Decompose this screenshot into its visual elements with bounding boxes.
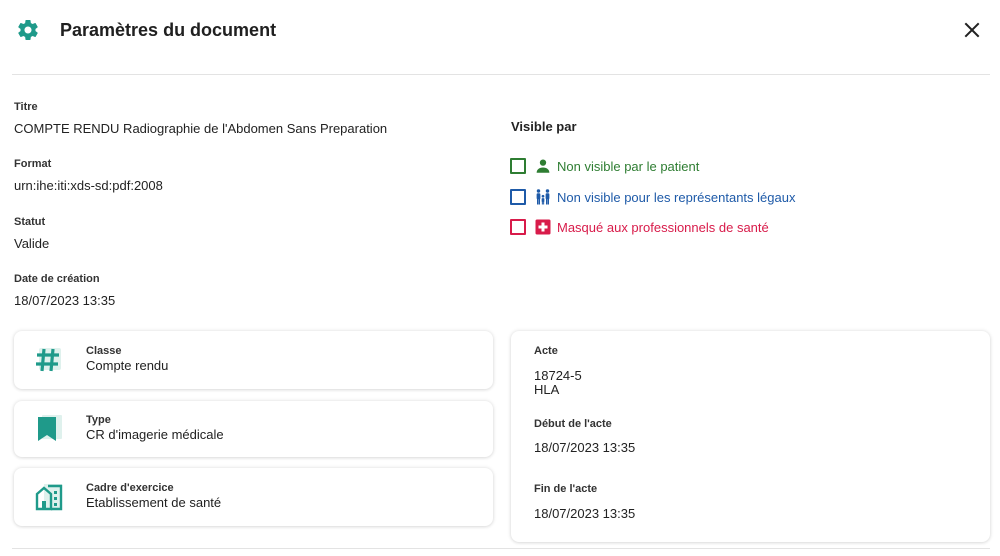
- visibility-option-patient[interactable]: Non visible par le patient: [510, 157, 699, 175]
- checkbox-representants[interactable]: [510, 189, 526, 205]
- titre-value: COMPTE RENDU Radiographie de l'Abdomen S…: [14, 121, 388, 136]
- bookmark-icon: [38, 415, 62, 441]
- acte-card: Acte 18724-5 HLA Début de l'acte 18/07/2…: [511, 331, 990, 542]
- person-icon: [536, 159, 550, 173]
- type-value: CR d'imagerie médicale: [86, 427, 224, 442]
- fin-acte-label: Fin de l'acte: [534, 483, 598, 495]
- visible-par-title: Visible par: [511, 119, 577, 134]
- fin-acte-value: 18/07/2023 13:35: [534, 506, 636, 521]
- header-divider: [12, 74, 990, 75]
- titre-label: Titre: [14, 101, 38, 113]
- dialog-header: Paramètres du document: [0, 0, 1000, 62]
- cadre-exercice-label: Cadre d'exercice: [86, 482, 174, 494]
- cadre-exercice-card: Cadre d'exercice Etablissement de santé: [14, 468, 493, 526]
- classe-label: Classe: [86, 345, 122, 357]
- classe-card: Classe Compte rendu: [14, 331, 493, 389]
- type-label: Type: [86, 414, 111, 426]
- close-icon[interactable]: [960, 18, 984, 42]
- date-creation-field: Date de création 18/07/2023 13:35: [14, 273, 115, 308]
- footer-divider: [12, 548, 990, 549]
- debut-acte-value: 18/07/2023 13:35: [534, 440, 636, 455]
- statut-field: Statut Valide: [14, 216, 49, 251]
- type-card: Type CR d'imagerie médicale: [14, 401, 493, 457]
- dialog-title: Paramètres du document: [60, 20, 277, 40]
- acte-code: 18724-5: [534, 368, 582, 383]
- checkbox-patient[interactable]: [510, 158, 526, 174]
- format-label: Format: [14, 158, 52, 170]
- format-value: urn:ihe:iti:xds-sd:pdf:2008: [14, 178, 163, 193]
- date-creation-label: Date de création: [14, 273, 100, 285]
- family-icon: [536, 189, 550, 205]
- visibility-option-professionnels[interactable]: Masqué aux professionnels de santé: [510, 218, 769, 236]
- acte-name: HLA: [534, 382, 560, 397]
- hashtag-icon: [36, 348, 61, 372]
- gear-icon: [18, 19, 38, 40]
- visibility-label-professionnels: Masqué aux professionnels de santé: [557, 219, 769, 235]
- visibility-option-representants[interactable]: Non visible pour les représentants légau…: [510, 188, 795, 206]
- medical-cross-icon: [535, 219, 551, 235]
- statut-label: Statut: [14, 216, 46, 228]
- acte-label: Acte: [534, 345, 558, 357]
- format-field: Format urn:ihe:iti:xds-sd:pdf:2008: [14, 158, 163, 193]
- date-creation-value: 18/07/2023 13:35: [14, 293, 116, 308]
- classe-value: Compte rendu: [86, 358, 169, 373]
- visibility-label-representants: Non visible pour les représentants légau…: [557, 189, 796, 205]
- debut-acte-label: Début de l'acte: [534, 418, 612, 430]
- visibility-label-patient: Non visible par le patient: [557, 158, 700, 174]
- statut-value: Valide: [14, 236, 50, 251]
- cadre-exercice-value: Etablissement de santé: [86, 495, 222, 510]
- titre-field: Titre COMPTE RENDU Radiographie de l'Abd…: [14, 101, 387, 136]
- checkbox-professionnels[interactable]: [510, 219, 526, 235]
- building-icon: [35, 484, 63, 511]
